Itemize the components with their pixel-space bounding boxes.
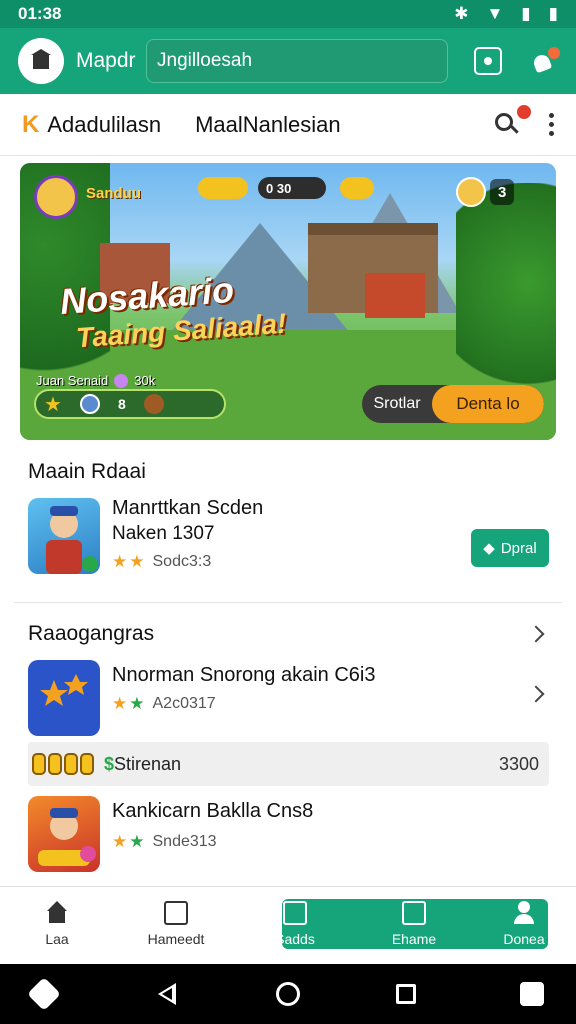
gem-pill: [340, 177, 374, 199]
nav-item-store[interactable]: Ehame: [374, 901, 454, 947]
resource-bar: ★ 8: [34, 389, 226, 419]
currency-strip[interactable]: $Stirenan 3300: [28, 742, 549, 786]
search-icon[interactable]: [495, 104, 531, 137]
nav-label: Ehame: [391, 931, 437, 947]
coin-icons: [32, 753, 94, 775]
friend-avatar[interactable]: [456, 177, 486, 207]
battery-icon: ▮: [548, 4, 558, 23]
notification-icon[interactable]: [531, 47, 560, 74]
bottom-nav: Laa Hameedt Sadds Ehame Donea: [0, 886, 576, 964]
player-name: Sanduu: [86, 185, 141, 202]
energy-pill: [198, 177, 248, 199]
games-icon: [283, 901, 307, 925]
rating-count: Snde313: [152, 833, 217, 850]
nav-item-games[interactable]: Sadds: [255, 901, 335, 947]
star-icon: ★: [112, 694, 128, 713]
nav-label: Donea: [503, 931, 545, 947]
back-icon-inner: [162, 988, 172, 1000]
chevron-right-icon[interactable]: [527, 685, 545, 703]
strip-value: 3300: [498, 753, 539, 774]
nav-item-profile[interactable]: Donea: [484, 901, 564, 947]
rating-count: A2c0317: [152, 695, 216, 712]
camera-icon[interactable]: [474, 47, 502, 75]
back-icon[interactable]: K: [22, 111, 39, 139]
player-stat-label: Juan Senaid: [36, 373, 109, 388]
app-title: Mapdr: [76, 49, 136, 72]
star-icon: ★: [44, 393, 62, 416]
nav-item-home[interactable]: Laa: [17, 901, 97, 947]
item-name[interactable]: Nnorman Snorong akain C6i3: [112, 664, 376, 687]
rating: ★ ★ Sodc3:3: [112, 552, 211, 572]
nav-label: Sadds: [275, 931, 315, 947]
tab-secondary[interactable]: MaalNanlesian: [195, 112, 341, 138]
vibrate-icon: ✱: [454, 4, 469, 23]
search-input[interactable]: Jngilloesah: [146, 39, 448, 83]
banner-cta[interactable]: Srotlar Denta lo: [362, 385, 544, 423]
nav-item-library[interactable]: Hameedt: [136, 901, 216, 947]
star-icon: ★: [112, 552, 128, 571]
home-button-icon[interactable]: [276, 982, 300, 1006]
cta-primary[interactable]: Denta lo: [432, 385, 544, 423]
wifi-icon: ▼: [486, 4, 504, 23]
download-icon: ◆: [483, 540, 495, 557]
rating: ★ ★ Snde313: [112, 832, 217, 852]
assistant-icon[interactable]: [27, 977, 61, 1011]
app-icon[interactable]: [28, 660, 100, 736]
rating-count: Sodc3:3: [152, 553, 212, 570]
profile-icon: [512, 901, 536, 925]
cookie-icon: [143, 394, 164, 414]
status-time: 01:38: [18, 4, 62, 23]
item-sub: Naken 1307: [112, 523, 215, 544]
home-icon: [45, 901, 69, 925]
install-label: Dpral: [500, 539, 537, 557]
section-title-main: Maain Rdaai: [28, 460, 146, 483]
cta-secondary[interactable]: Srotlar: [362, 385, 432, 423]
player-stat: Juan Senaid 30k: [36, 373, 155, 388]
more-options-icon[interactable]: [549, 113, 554, 136]
star-icon: ★: [112, 832, 128, 851]
status-bar: 01:38 ✱ ▼ ▮ ▮: [0, 0, 576, 28]
nav-label: Laa: [45, 931, 69, 947]
grid-icon[interactable]: [520, 982, 544, 1006]
chevron-right-icon[interactable]: [527, 625, 545, 643]
tab-primary[interactable]: Adadulilasn: [47, 112, 161, 138]
player-avatar[interactable]: [34, 175, 78, 219]
system-nav-bar: [0, 964, 576, 1024]
player-stat-value: 30k: [134, 373, 156, 388]
hut-art: [365, 273, 425, 318]
nav-label: Hameedt: [147, 931, 205, 947]
divider: [14, 602, 562, 603]
star-icon: ★: [129, 552, 145, 571]
item-name[interactable]: Kankicarn Baklla Cns8: [112, 800, 313, 823]
score-badge: 3: [490, 179, 515, 205]
section-title-recommended: Raaogangras: [28, 622, 155, 645]
recents-icon[interactable]: [396, 984, 416, 1004]
resource-value: 8: [117, 396, 126, 412]
strip-label: $Stirenan: [104, 753, 182, 774]
star-icon: ★: [129, 694, 145, 713]
store-icon: [402, 901, 426, 925]
hero-icon: [79, 394, 100, 414]
app-icon[interactable]: [28, 498, 100, 574]
star-icon: ★: [129, 832, 145, 851]
app-logo[interactable]: [18, 38, 64, 84]
item-name[interactable]: Manrttkan Scden: [112, 497, 263, 520]
install-button[interactable]: ◆ Dpral: [471, 529, 549, 567]
orb-icon: [114, 373, 129, 388]
featured-banner[interactable]: Sanduu 0 30 3 Nosakario Taaing Saliaala!…: [20, 163, 556, 440]
signal-icon: ▮: [521, 4, 531, 23]
app-bar: Mapdr Jngilloesah: [0, 28, 576, 94]
rating: ★ ★ A2c0317: [112, 694, 216, 714]
library-icon: [164, 901, 188, 925]
coin-pill: 0 30: [258, 177, 326, 199]
app-icon[interactable]: [28, 796, 100, 872]
tab-bar: K Adadulilasn MaalNanlesian: [0, 94, 576, 156]
